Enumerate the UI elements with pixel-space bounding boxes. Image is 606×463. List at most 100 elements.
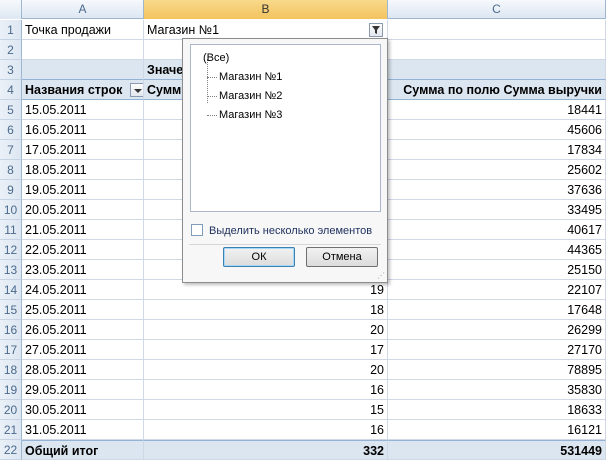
- revenue-cell[interactable]: 26299: [388, 320, 606, 340]
- row-header[interactable]: 14: [0, 280, 22, 300]
- cancel-button[interactable]: Отмена: [306, 247, 378, 267]
- revenue-cell[interactable]: 17648: [388, 300, 606, 320]
- row-header[interactable]: 3: [0, 60, 22, 80]
- multi-select-label: Выделить несколько элементов: [209, 225, 373, 237]
- date-cell[interactable]: 23.05.2011: [22, 260, 144, 280]
- filter-item-store-2[interactable]: Магазин №2: [207, 87, 380, 106]
- date-cell[interactable]: 25.05.2011: [22, 300, 144, 320]
- funnel-filter-icon[interactable]: [369, 23, 383, 37]
- revenue-cell[interactable]: 27170: [388, 340, 606, 360]
- date-cell[interactable]: 29.05.2011: [22, 380, 144, 400]
- multi-select-option[interactable]: Выделить несколько элементов: [191, 223, 372, 239]
- revenue-sum-header[interactable]: Сумма по полю Сумма выручки: [388, 80, 606, 100]
- revenue-cell[interactable]: 37636: [388, 180, 606, 200]
- column-header-c[interactable]: C: [388, 0, 606, 19]
- revenue-cell[interactable]: 18633: [388, 400, 606, 420]
- date-cell[interactable]: 22.05.2011: [22, 240, 144, 260]
- revenue-cell[interactable]: 45606: [388, 120, 606, 140]
- date-cell[interactable]: 24.05.2011: [22, 280, 144, 300]
- row-header[interactable]: 5: [0, 100, 22, 120]
- row-header[interactable]: 16: [0, 320, 22, 340]
- revenue-cell[interactable]: 33495: [388, 200, 606, 220]
- filter-dropdown-popup: (Все) Магазин №1 Магазин №2 Магазин №3 В…: [182, 38, 388, 283]
- divider: [189, 244, 381, 245]
- column-header-b[interactable]: B: [144, 0, 388, 19]
- revenue-cell[interactable]: 16121: [388, 420, 606, 440]
- ok-button[interactable]: ОК: [223, 247, 295, 267]
- row-header[interactable]: 13: [0, 260, 22, 280]
- revenue-cell[interactable]: 78895: [388, 360, 606, 380]
- date-cell[interactable]: 28.05.2011: [22, 360, 144, 380]
- row-header[interactable]: 2: [0, 40, 22, 60]
- sum-cell[interactable]: 19: [144, 280, 388, 300]
- dropdown-arrow-icon[interactable]: [129, 82, 143, 97]
- row-header[interactable]: 1: [0, 20, 22, 40]
- row-header[interactable]: 11: [0, 220, 22, 240]
- filter-item-list[interactable]: (Все) Магазин №1 Магазин №2 Магазин №3: [190, 44, 381, 212]
- row-labels-text: Названия строк: [25, 83, 123, 97]
- row-header[interactable]: 21: [0, 420, 22, 440]
- filter-item-store-3[interactable]: Магазин №3: [207, 106, 380, 125]
- cell-c1[interactable]: [388, 20, 606, 40]
- filter-field-label[interactable]: Точка продажи: [22, 20, 144, 40]
- date-cell[interactable]: 21.05.2011: [22, 220, 144, 240]
- date-cell[interactable]: 20.05.2011: [22, 200, 144, 220]
- filter-item-store-1[interactable]: Магазин №1: [207, 68, 380, 87]
- cell-a2[interactable]: [22, 40, 144, 60]
- multi-select-checkbox[interactable]: [191, 224, 203, 237]
- date-cell[interactable]: 27.05.2011: [22, 340, 144, 360]
- grand-total-label[interactable]: Общий итог: [22, 440, 144, 460]
- row-header[interactable]: 22: [0, 440, 22, 460]
- select-all-corner[interactable]: [0, 0, 22, 19]
- table-row: 15 25.05.2011 18 17648: [0, 300, 606, 320]
- sum-cell[interactable]: 15: [144, 400, 388, 420]
- revenue-cell[interactable]: 25150: [388, 260, 606, 280]
- cell-c2[interactable]: [388, 40, 606, 60]
- date-cell[interactable]: 30.05.2011: [22, 400, 144, 420]
- table-row: 19 29.05.2011 16 35830: [0, 380, 606, 400]
- date-cell[interactable]: 26.05.2011: [22, 320, 144, 340]
- sum-cell[interactable]: 20: [144, 360, 388, 380]
- date-cell[interactable]: 16.05.2011: [22, 120, 144, 140]
- row-header[interactable]: 20: [0, 400, 22, 420]
- row-header[interactable]: 19: [0, 380, 22, 400]
- spreadsheet: A B C 1 Точка продажи Магазин №1 2 3 Зна…: [0, 0, 606, 463]
- row-header[interactable]: 8: [0, 160, 22, 180]
- grand-total-c[interactable]: 531449: [388, 440, 606, 460]
- revenue-cell[interactable]: 18441: [388, 100, 606, 120]
- sum-cell[interactable]: 18: [144, 300, 388, 320]
- cell-c3[interactable]: [388, 60, 606, 80]
- revenue-cell[interactable]: 44365: [388, 240, 606, 260]
- date-cell[interactable]: 18.05.2011: [22, 160, 144, 180]
- row-header[interactable]: 9: [0, 180, 22, 200]
- row-header[interactable]: 17: [0, 340, 22, 360]
- row-header[interactable]: 18: [0, 360, 22, 380]
- revenue-cell[interactable]: 25602: [388, 160, 606, 180]
- column-header-a[interactable]: A: [22, 0, 144, 19]
- cell-a3[interactable]: [22, 60, 144, 80]
- revenue-cell[interactable]: 40617: [388, 220, 606, 240]
- row-header[interactable]: 4: [0, 80, 22, 100]
- date-cell[interactable]: 31.05.2011: [22, 420, 144, 440]
- filter-item-all[interactable]: (Все): [203, 49, 380, 68]
- sum-cell[interactable]: 16: [144, 420, 388, 440]
- sum-cell[interactable]: 17: [144, 340, 388, 360]
- sum-cell[interactable]: 16: [144, 380, 388, 400]
- row-labels-header[interactable]: Названия строк: [22, 80, 144, 100]
- table-row: 18 28.05.2011 20 78895: [0, 360, 606, 380]
- row-header[interactable]: 12: [0, 240, 22, 260]
- row-header[interactable]: 7: [0, 140, 22, 160]
- revenue-cell[interactable]: 22107: [388, 280, 606, 300]
- revenue-cell[interactable]: 17834: [388, 140, 606, 160]
- row-header[interactable]: 10: [0, 200, 22, 220]
- date-cell[interactable]: 19.05.2011: [22, 180, 144, 200]
- grand-total-b[interactable]: 332: [144, 440, 388, 460]
- date-cell[interactable]: 15.05.2011: [22, 100, 144, 120]
- date-cell[interactable]: 17.05.2011: [22, 140, 144, 160]
- row-header[interactable]: 15: [0, 300, 22, 320]
- sum-cell[interactable]: 20: [144, 320, 388, 340]
- resize-grip-icon[interactable]: ⋰: [377, 272, 385, 280]
- row-header[interactable]: 6: [0, 120, 22, 140]
- revenue-cell[interactable]: 35830: [388, 380, 606, 400]
- filter-field-value-cell[interactable]: Магазин №1: [144, 20, 388, 40]
